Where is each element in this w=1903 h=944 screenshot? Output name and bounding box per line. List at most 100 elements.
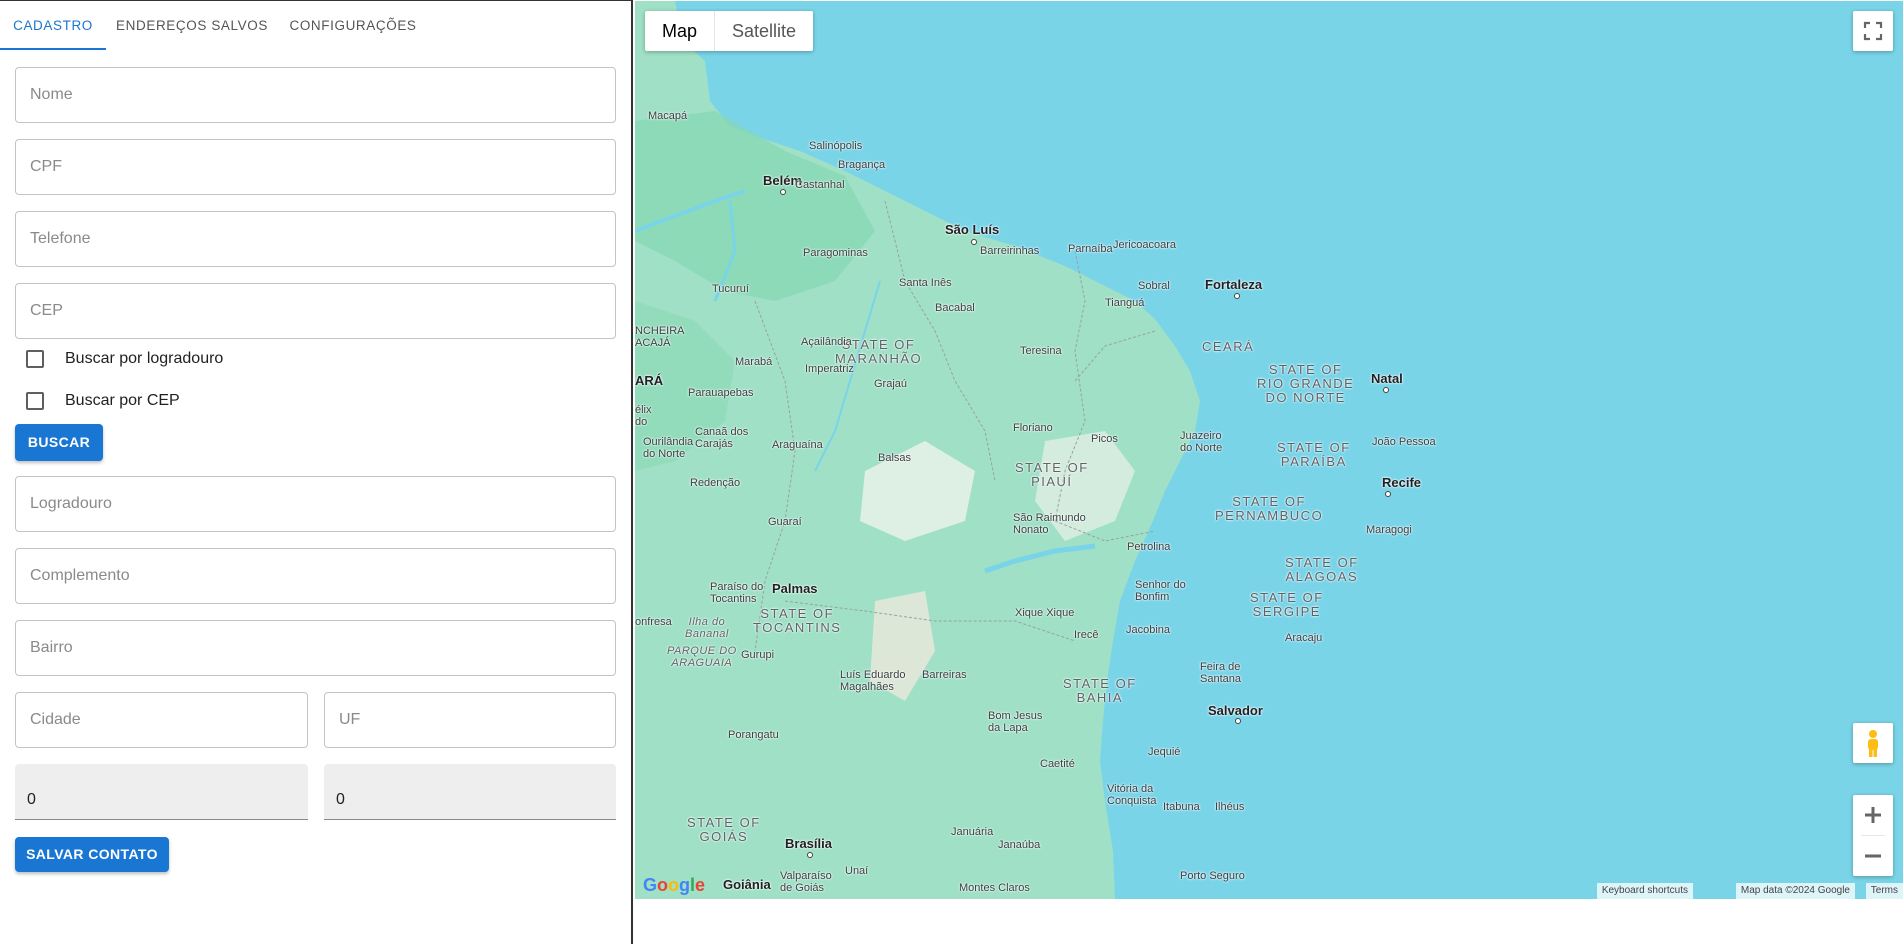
city-label-feira: Feira de Santana [1200,661,1241,685]
city-label-santa-ines: Santa Inês [899,277,952,289]
buscar-cep-option[interactable]: Buscar por CEP [26,389,180,413]
map-type-satellite-button[interactable]: Satellite [714,11,813,51]
city-label-imperatriz: Imperatriz [805,363,854,375]
logradouro-input[interactable] [16,477,615,531]
cidade-input[interactable] [16,693,307,747]
fullscreen-button[interactable] [1853,11,1893,51]
pegman-icon [1868,730,1878,757]
zoom-control [1853,795,1893,876]
keyboard-shortcuts-link[interactable]: Keyboard shortcuts [1596,883,1693,899]
tab-cadastro[interactable]: CADASTRO [0,1,106,50]
city-label-parauapebas: Parauapebas [688,387,754,399]
cpf-field [15,139,616,195]
salvar-contato-button[interactable]: SALVAR CONTATO [15,837,169,872]
city-label-montes-claros: Montes Claros [959,882,1030,894]
bairro-field [15,620,616,676]
state-label-piaui: STATE OF PIAUÍ [1015,460,1089,489]
city-label-gurupi: Gurupi [741,649,775,661]
city-label-bom-jesus: Bom Jesus da Lapa [988,710,1043,734]
city-label-canaa: Canaã dos Carajás [695,426,749,450]
city-label-januaria: Januária [951,826,994,838]
city-label-recife: Recife [1382,475,1422,490]
city-label-senhor-bonfim: Senhor do Bonfim [1135,579,1186,603]
state-label-bahia: STATE OF BAHIA [1063,676,1137,705]
buscar-logradouro-label: Buscar por logradouro [65,350,224,367]
state-label-ceara: CEARÁ [1202,339,1255,354]
map-view[interactable]: STATE OF MARANHÃO CEARÁ STATE OF RIO GRAND… [635,1,1903,899]
city-label-barreirinhas: Barreirinhas [980,245,1040,257]
zoom-out-icon[interactable] [1853,836,1893,876]
terms-link[interactable]: Terms [1865,883,1903,899]
city-label-tucurui: Tucuruí [712,283,749,295]
city-label-caetite: Caetité [1040,758,1075,770]
bairro-input[interactable] [16,621,615,675]
city-label-jericoacoara: Jericoacoara [1113,239,1176,251]
city-marker-brasilia [807,852,813,858]
city-label-goiania: Goiânia [723,877,771,892]
state-label-tocantins: STATE OF TOCANTINS [753,606,842,635]
state-label-alagoas: STATE OF ALAGOAS [1285,555,1359,584]
uf-input[interactable] [325,693,615,747]
buscar-cep-label: Buscar por CEP [65,392,180,409]
city-label-sobral: Sobral [1138,280,1170,292]
region-label-ilha: Ilha do Bananal [685,616,729,640]
city-label-porangatu: Porangatu [728,729,779,741]
tab-enderecos-salvos[interactable]: ENDEREÇOS SALVOS [106,1,278,50]
city-marker-recife [1385,491,1391,497]
cep-input[interactable] [16,284,615,338]
tab-bar: CADASTRO ENDEREÇOS SALVOS CONFIGURAÇÕES [0,1,631,50]
nome-input[interactable] [16,68,615,122]
city-label-cheira: NCHEIRA ACAJÁ [635,325,685,349]
city-label-valparaiso: Valparaíso de Goiás [780,870,832,894]
city-marker-natal [1383,387,1389,393]
telefone-input[interactable] [16,212,615,266]
city-label-porto-seguro: Porto Seguro [1180,870,1245,882]
city-label-picos: Picos [1091,433,1118,445]
map-type-map-button[interactable]: Map [645,11,714,51]
tab-configuracoes[interactable]: CONFIGURAÇÕES [278,1,428,50]
city-label-parnaiba: Parnaíba [1068,243,1113,255]
cidade-field [15,692,308,748]
cpf-input[interactable] [16,140,615,194]
state-label-sergipe: STATE OF SERGIPE [1250,590,1324,619]
city-label-fortaleza: Fortaleza [1205,277,1263,292]
map-type-control: Map Satellite [645,11,814,51]
buscar-button[interactable]: BUSCAR [15,424,103,461]
map-base-layer [635,1,1200,899]
city-label-bacabal: Bacabal [935,302,975,314]
zoom-in-icon[interactable] [1853,795,1893,835]
city-label-macapa: Macapá [648,110,688,122]
city-label-jequie: Jequié [1148,746,1181,758]
city-label-ourilandia: Ourilândia do Norte [643,436,694,460]
cep-field [15,283,616,339]
longitude-field[interactable]: 0 [324,764,616,820]
city-label-juazeiro: Juazeiro do Norte [1180,430,1223,454]
contact-form-panel: CADASTRO ENDEREÇOS SALVOS CONFIGURAÇÕES … [0,0,633,944]
buscar-logradouro-option[interactable]: Buscar por logradouro [26,347,223,371]
logradouro-field [15,476,616,532]
buscar-logradouro-checkbox[interactable] [26,350,44,368]
city-label-tiangua: Tianguá [1105,297,1145,309]
city-label-braganca: Bragança [838,159,886,171]
city-label-janauba: Janaúba [998,839,1041,851]
latitude-value: 0 [27,791,36,808]
fullscreen-icon [1863,21,1883,41]
map-data-attribution: Map data ©2024 Google [1735,883,1855,899]
city-marker-belem [780,189,786,195]
city-label-itabuna: Itabuna [1163,801,1200,813]
city-marker-fortaleza [1234,293,1240,299]
city-label-felix: élix do [635,404,652,428]
longitude-value: 0 [336,791,345,808]
complemento-input[interactable] [16,549,615,603]
street-view-pegman[interactable] [1853,723,1893,763]
city-label-confresa: onfresa [635,616,672,628]
city-label-grajau: Grajaú [874,378,908,390]
city-label-sao-raimundo: São Raimundo Nonato [1013,512,1086,536]
city-label-balsas: Balsas [878,452,912,464]
city-label-natal: Natal [1371,371,1403,386]
city-label-maraba: Marabá [735,356,773,368]
state-label-pernambuco: STATE OF PERNAMBUCO [1215,494,1324,523]
city-label-palmas: Palmas [772,581,818,596]
buscar-cep-checkbox[interactable] [26,392,44,410]
latitude-field[interactable]: 0 [15,764,308,820]
